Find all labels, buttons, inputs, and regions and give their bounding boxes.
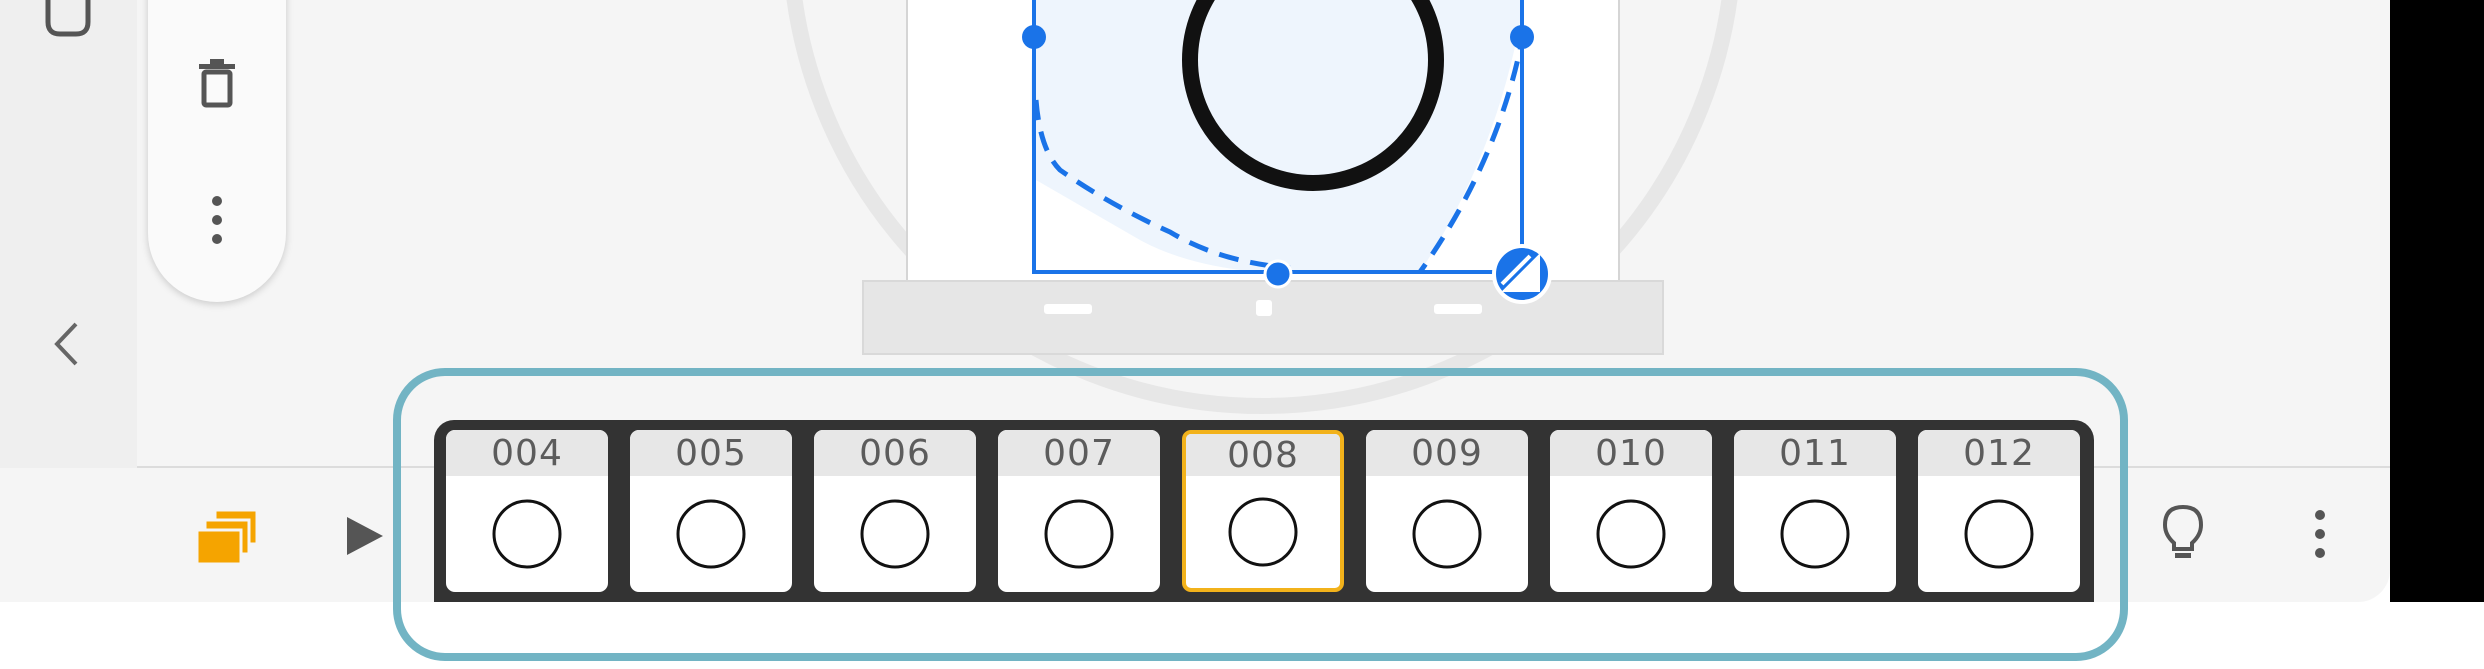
circle-thumbnail-icon	[1044, 499, 1114, 569]
frame-label: 009	[1366, 430, 1528, 476]
frame-preview	[1366, 476, 1528, 592]
square-icon[interactable]	[44, 0, 92, 38]
handle-top-left[interactable]	[1022, 25, 1046, 49]
circle-thumbnail-icon	[1412, 499, 1482, 569]
frame-thumbnail[interactable]: 011	[1734, 430, 1896, 592]
circle-thumbnail-icon	[492, 499, 562, 569]
layers-icon	[195, 508, 259, 566]
frame-preview	[814, 476, 976, 592]
layers-button[interactable]	[192, 500, 264, 572]
frame-label: 010	[1550, 430, 1712, 476]
frame-thumbnail[interactable]: 004	[446, 430, 608, 592]
frame-thumbnail[interactable]: 010	[1550, 430, 1712, 592]
chevron-left-icon	[54, 322, 78, 366]
circle-thumbnail-icon	[860, 499, 930, 569]
handle-bottom-center[interactable]	[1263, 259, 1293, 289]
transform-handle[interactable]	[1492, 244, 1552, 304]
lasso-selection-fill	[1030, 0, 1524, 273]
trash-icon	[199, 59, 235, 108]
hint-button[interactable]	[2156, 500, 2210, 568]
frame-thumbnail-selected[interactable]: 008	[1182, 430, 1344, 592]
lightbulb-icon	[2162, 504, 2204, 558]
handle-top-right[interactable]	[1510, 25, 1534, 49]
frame-preview	[998, 476, 1160, 592]
more-options-bottom-button[interactable]	[2300, 500, 2340, 568]
play-button[interactable]	[340, 508, 390, 564]
frame-thumbnail[interactable]: 012	[1918, 430, 2080, 592]
frame-preview	[630, 476, 792, 592]
frame-strip[interactable]: 004 005 006 007 008 009 010 011 012	[434, 420, 2094, 602]
frame-label: 005	[630, 430, 792, 476]
collapse-panel-button[interactable]	[44, 316, 88, 372]
frame-thumbnail[interactable]: 006	[814, 430, 976, 592]
frame-label: 004	[446, 430, 608, 476]
play-icon	[347, 517, 383, 555]
frame-thumbnail[interactable]: 009	[1366, 430, 1528, 592]
circle-thumbnail-icon	[1964, 499, 2034, 569]
frame-preview	[1550, 476, 1712, 592]
delete-button[interactable]	[188, 50, 246, 116]
frame-thumbnail[interactable]: 005	[630, 430, 792, 592]
circle-thumbnail-icon	[1780, 499, 1850, 569]
frame-preview	[446, 476, 608, 592]
tool-panel	[148, 0, 286, 302]
circle-thumbnail-icon	[1596, 499, 1666, 569]
frame-preview	[1918, 476, 2080, 592]
frame-preview	[1186, 476, 1340, 588]
frame-label: 012	[1918, 430, 2080, 476]
circle-thumbnail-icon	[676, 499, 746, 569]
more-vertical-icon	[212, 196, 222, 244]
circle-thumbnail-icon	[1228, 497, 1298, 567]
more-vertical-icon	[2315, 510, 2325, 558]
frame-label: 008	[1186, 434, 1340, 476]
more-options-button[interactable]	[192, 190, 242, 250]
frame-preview	[1734, 476, 1896, 592]
frame-thumbnail[interactable]: 007	[998, 430, 1160, 592]
frame-label: 011	[1734, 430, 1896, 476]
screen-edge	[2390, 0, 2484, 602]
frame-label: 006	[814, 430, 976, 476]
frame-label: 007	[998, 430, 1160, 476]
